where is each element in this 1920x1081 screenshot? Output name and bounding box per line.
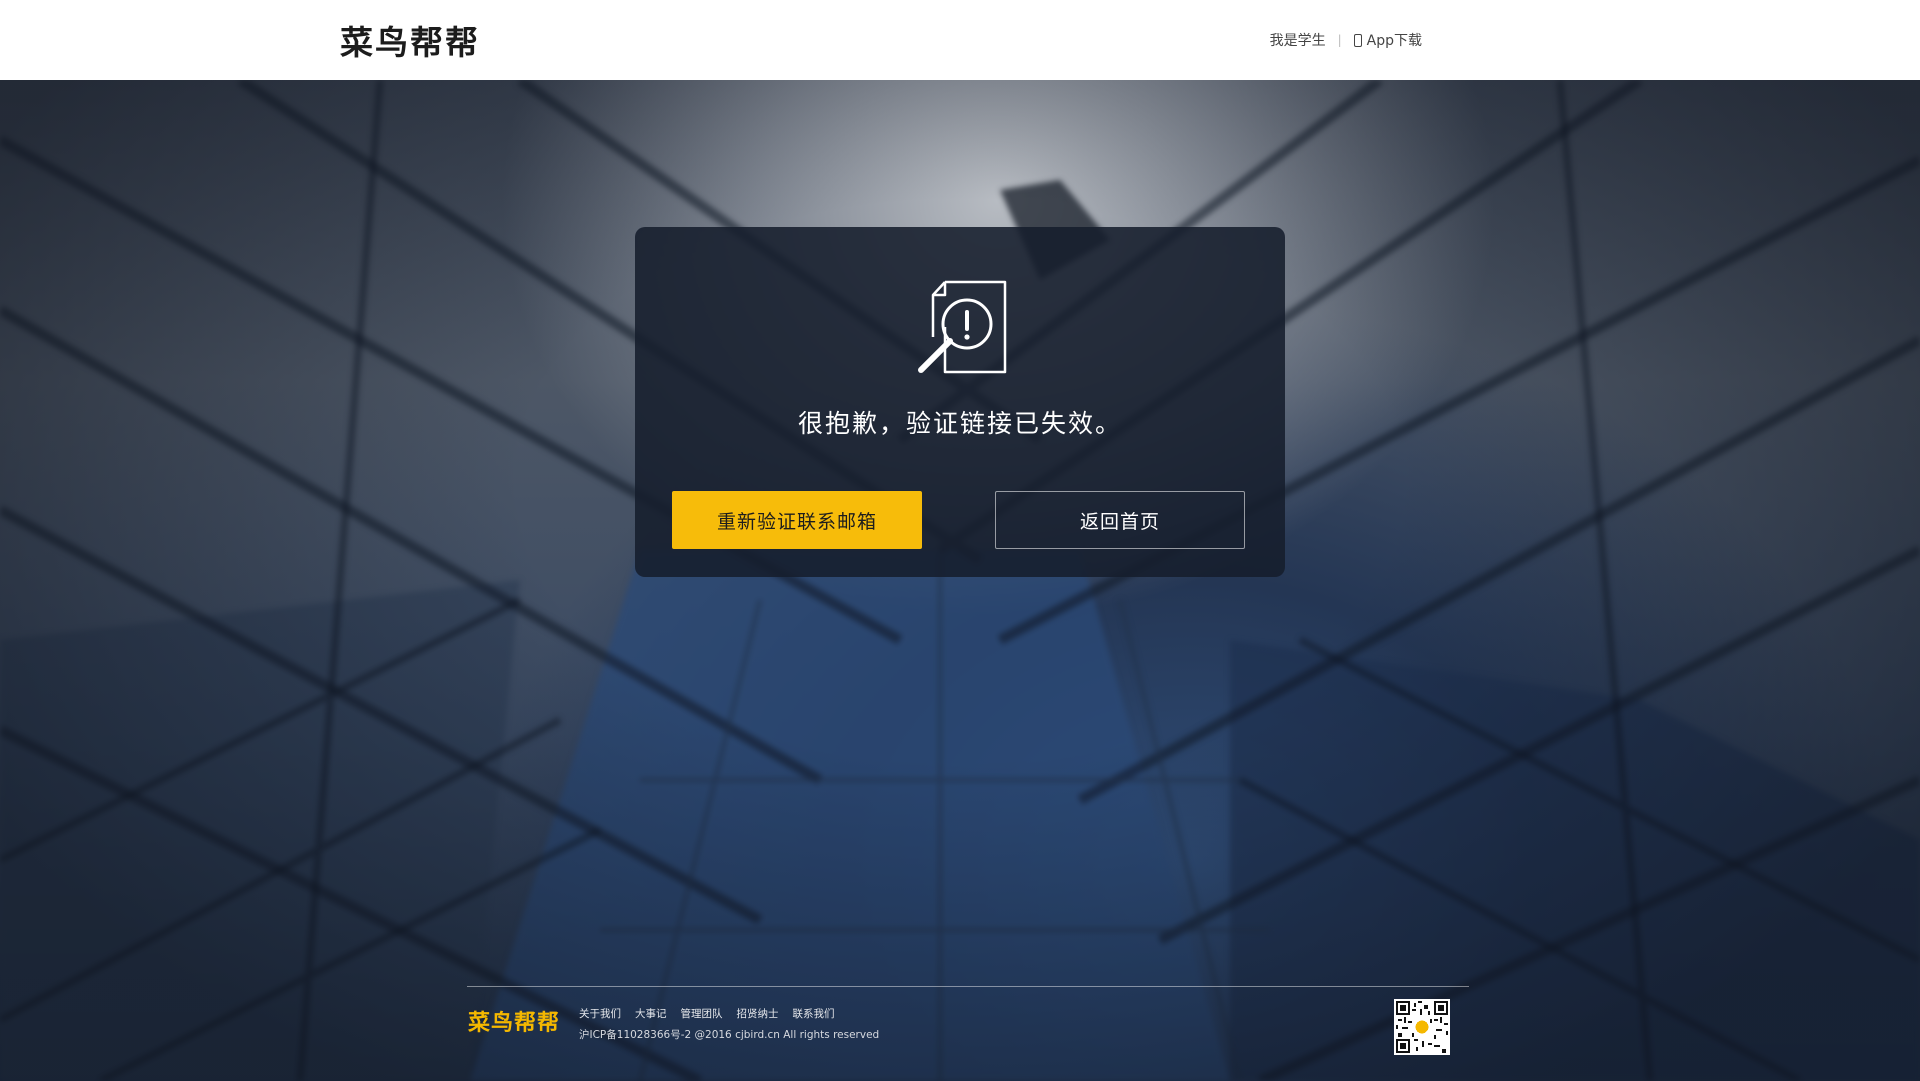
logo-text: 菜鸟帮帮: [340, 23, 480, 62]
footer-link-careers[interactable]: 招贤纳士: [737, 1006, 779, 1021]
back-home-button[interactable]: 返回首页: [995, 491, 1245, 549]
error-card: 很抱歉，验证链接已失效。 重新验证联系邮箱 返回首页: [635, 227, 1285, 577]
app-download-link[interactable]: App下载: [1353, 30, 1422, 50]
top-header: 菜鸟帮帮 我是学生 | App下载: [0, 0, 1920, 80]
site-logo[interactable]: 菜鸟帮帮: [340, 17, 480, 63]
error-message: 很抱歉，验证链接已失效。: [797, 409, 1122, 438]
phone-icon: [1353, 33, 1362, 47]
footer-link-team[interactable]: 管理团队: [681, 1006, 723, 1021]
qr-code-icon: [1394, 999, 1450, 1055]
copyright-text: 沪ICP备11028366号-2 @2016 cjbird.cn All rig…: [579, 1029, 880, 1041]
app-download-label: App下载: [1366, 33, 1422, 49]
student-link[interactable]: 我是学生: [1270, 30, 1326, 50]
document-alert-icon: [918, 280, 1007, 374]
resend-verification-button[interactable]: 重新验证联系邮箱: [672, 491, 922, 549]
header-nav: 我是学生 | App下载: [1270, 29, 1422, 51]
footer-nav: 关于我们 大事记 管理团队 招贤纳士 联系我们: [579, 1006, 835, 1021]
footer-link-milestones[interactable]: 大事记: [635, 1006, 667, 1021]
footer-divider: [467, 986, 1469, 987]
footer-link-contact[interactable]: 联系我们: [793, 1006, 835, 1021]
footer-logo[interactable]: 菜鸟帮帮: [468, 1005, 560, 1037]
nav-separator: |: [1337, 33, 1342, 47]
footer-link-about[interactable]: 关于我们: [579, 1006, 621, 1021]
